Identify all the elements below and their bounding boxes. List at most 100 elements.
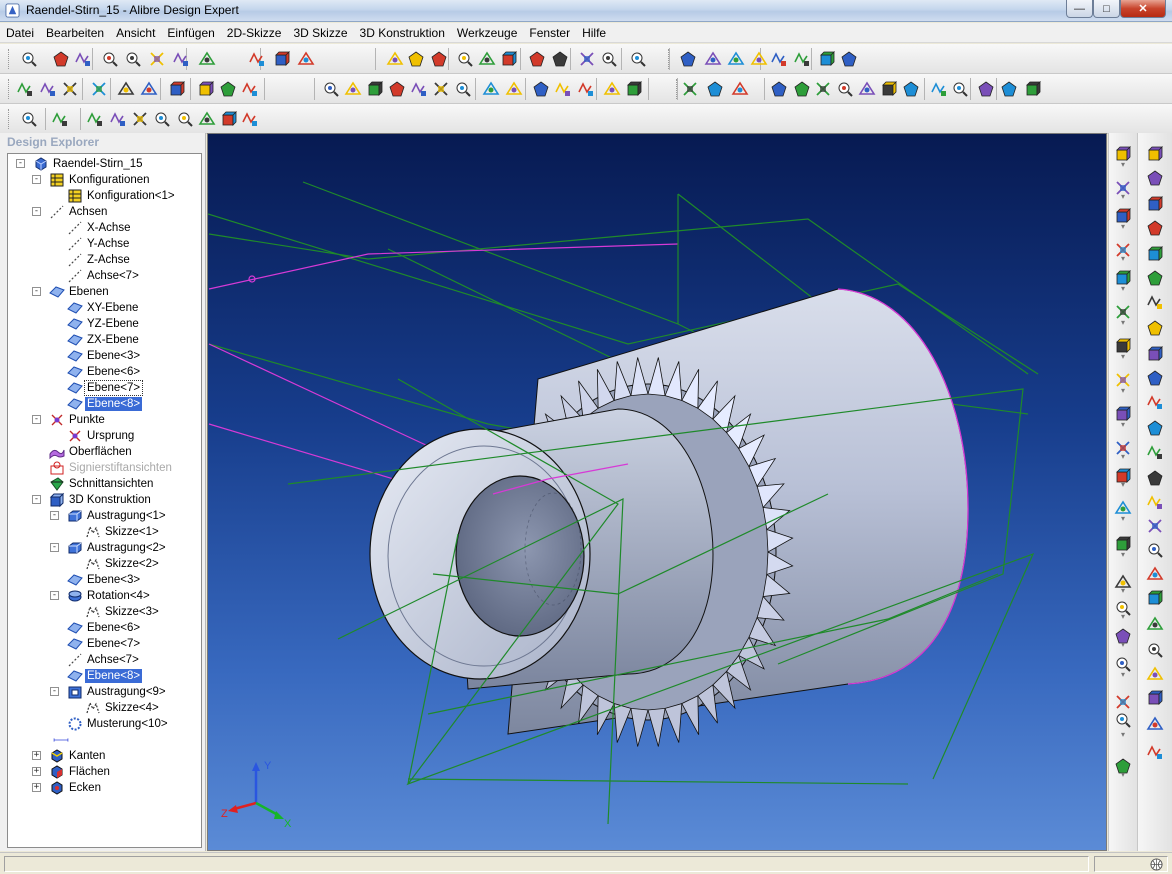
toolbar2-tool-9-icon[interactable]	[219, 80, 237, 98]
tree-item[interactable]: Skizze<4>	[8, 700, 198, 716]
minimize-button[interactable]: —	[1066, 0, 1093, 18]
sketch-flyout-indicator[interactable]: ▾	[1121, 223, 1125, 231]
toolbar1-tool-15-icon[interactable]	[456, 50, 474, 68]
menu-hilfe[interactable]: Hilfe	[576, 23, 612, 43]
feature-tool-13-icon[interactable]	[1146, 443, 1164, 461]
sketch-tool-18-icon[interactable]	[1114, 693, 1132, 711]
toolbar2-tool-18-icon[interactable]	[482, 80, 500, 98]
tree-item[interactable]	[8, 732, 198, 748]
tree-item[interactable]: - Ebenen	[8, 284, 198, 300]
tree-collapse-toggle[interactable]: -	[32, 207, 41, 216]
feature-tool-16-icon[interactable]	[1146, 517, 1164, 535]
sketch-flyout-indicator[interactable]: ▾	[1121, 161, 1125, 169]
tree-item[interactable]: XY-Ebene	[8, 300, 198, 316]
feature-tool-21-icon[interactable]	[1146, 641, 1164, 659]
toolbar1-tool-4-icon[interactable]	[101, 50, 119, 68]
tree-item[interactable]: Konfiguration<1>	[8, 188, 198, 204]
sketch-flyout-indicator[interactable]: ▾	[1121, 319, 1125, 327]
feature-tool-7-icon[interactable]	[1146, 293, 1164, 311]
tree-item[interactable]: Musterung<10>	[8, 716, 198, 732]
toolbar3-tool-6-icon[interactable]	[153, 110, 171, 128]
tree-item[interactable]: - 3D Konstruktion	[8, 492, 198, 508]
toolbar2-tool-4-icon[interactable]	[90, 80, 108, 98]
tree-item[interactable]: ZX-Ebene	[8, 332, 198, 348]
toolbar3-tool-5-icon[interactable]	[131, 110, 149, 128]
menu-bearbeiten[interactable]: Bearbeiten	[40, 23, 110, 43]
toolbar1-tool-18-icon[interactable]	[528, 50, 546, 68]
tree-item[interactable]: Y-Achse	[8, 236, 198, 252]
tree-item[interactable]: Ebene<8>	[8, 396, 198, 412]
toolbar2-tool-32-icon[interactable]	[858, 80, 876, 98]
tree-item[interactable]: Ebene<6>	[8, 364, 198, 380]
tree-item[interactable]: Skizze<2>	[8, 556, 198, 572]
feature-tool-15-icon[interactable]	[1146, 493, 1164, 511]
toolbar3-tool-4-icon[interactable]	[109, 110, 127, 128]
feature-tool-1-icon[interactable]	[1146, 145, 1164, 163]
feature-tool-24-icon[interactable]	[1146, 715, 1164, 733]
menu-fenster[interactable]: Fenster	[523, 23, 576, 43]
toolbar1-tool-1-icon[interactable]	[20, 50, 38, 68]
toolbar2-tool-26-icon[interactable]	[706, 80, 724, 98]
feature-tool-20-icon[interactable]	[1146, 615, 1164, 633]
toolbar2-tool-20-icon[interactable]	[532, 80, 550, 98]
tree-item[interactable]: - Austragung<1>	[8, 508, 198, 524]
toolbar2-tool-28-icon[interactable]	[770, 80, 788, 98]
toolbar2-tool-25-icon[interactable]	[681, 80, 699, 98]
toolbar2-tool-38-icon[interactable]	[1000, 80, 1018, 98]
toolbar2-tool-37-icon[interactable]	[977, 80, 995, 98]
toolbar2-tool-36-icon[interactable]	[951, 80, 969, 98]
toolbar2-tool-35-icon[interactable]	[930, 80, 948, 98]
sketch-flyout-indicator[interactable]: ▾	[1121, 453, 1125, 461]
toolbar3-tool-8-icon[interactable]	[198, 110, 216, 128]
toolbar2-tool-29-icon[interactable]	[793, 80, 811, 98]
toolbar3-tool-3-icon[interactable]	[86, 110, 104, 128]
tree-collapse-toggle[interactable]: -	[32, 415, 41, 424]
toolbar1-tool-10-icon[interactable]	[273, 50, 291, 68]
feature-tool-12-icon[interactable]	[1146, 419, 1164, 437]
toolbar2-tool-7-icon[interactable]	[168, 80, 186, 98]
tree-expand-toggle[interactable]: +	[32, 783, 41, 792]
tree-item[interactable]: Achse<7>	[8, 652, 198, 668]
menu-ansicht[interactable]: Ansicht	[110, 23, 161, 43]
feature-tool-2-icon[interactable]	[1146, 169, 1164, 187]
sketch-flyout-indicator[interactable]: ▾	[1121, 613, 1125, 621]
toolbar1-tool-25-icon[interactable]	[727, 50, 745, 68]
sketch-flyout-indicator[interactable]: ▾	[1121, 515, 1125, 523]
toolbar2-tool-23-icon[interactable]	[603, 80, 621, 98]
toolbar2-tool-16-icon[interactable]	[432, 80, 450, 98]
menu-werkzeuge[interactable]: Werkzeuge	[451, 23, 523, 43]
toolbar1-tool-19-icon[interactable]	[551, 50, 569, 68]
tree-item[interactable]: - Austragung<2>	[8, 540, 198, 556]
toolbar1-tool-26-icon[interactable]	[750, 50, 768, 68]
sketch-flyout-indicator[interactable]: ▾	[1121, 193, 1125, 201]
tree-item[interactable]: - Punkte	[8, 412, 198, 428]
toolbar2-tool-27-icon[interactable]	[731, 80, 749, 98]
tree-collapse-toggle[interactable]: -	[32, 495, 41, 504]
toolbar1-tool-30-icon[interactable]	[840, 50, 858, 68]
feature-tool-18-icon[interactable]	[1146, 565, 1164, 583]
toolbar1-tool-27-icon[interactable]	[770, 50, 788, 68]
tree-item[interactable]: Oberflächen	[8, 444, 198, 460]
tree-collapse-toggle[interactable]: -	[50, 543, 59, 552]
sketch-flyout-indicator[interactable]: ▾	[1121, 551, 1125, 559]
sketch-flyout-indicator[interactable]: ▾	[1121, 421, 1125, 429]
tree-item[interactable]: - Rotation<4>	[8, 588, 198, 604]
maximize-button[interactable]: □	[1093, 0, 1120, 18]
toolbar2-tool-14-icon[interactable]	[388, 80, 406, 98]
feature-tool-9-icon[interactable]	[1146, 345, 1164, 363]
toolbar2-tool-12-icon[interactable]	[344, 80, 362, 98]
toolbar2-tool-11-icon[interactable]	[322, 80, 340, 98]
tree-item[interactable]: Ebene<6>	[8, 620, 198, 636]
feature-tool-10-icon[interactable]	[1146, 369, 1164, 387]
tree-item[interactable]: Achse<7>	[8, 268, 198, 284]
toolbar2-tool-22-icon[interactable]	[577, 80, 595, 98]
tree-collapse-toggle[interactable]: -	[50, 511, 59, 520]
toolbar3-tool-10-icon[interactable]	[241, 110, 259, 128]
toolbar1-tool-12-icon[interactable]	[386, 50, 404, 68]
toolbar1-tool-28-icon[interactable]	[793, 50, 811, 68]
tree-item[interactable]: Schnittansichten	[8, 476, 198, 492]
toolbar2-tool-5-icon[interactable]	[117, 80, 135, 98]
toolbar1-tool-8-icon[interactable]	[198, 50, 216, 68]
sketch-flyout-indicator[interactable]: ▾	[1121, 587, 1125, 595]
sketch-flyout-indicator[interactable]: ▾	[1121, 731, 1125, 739]
